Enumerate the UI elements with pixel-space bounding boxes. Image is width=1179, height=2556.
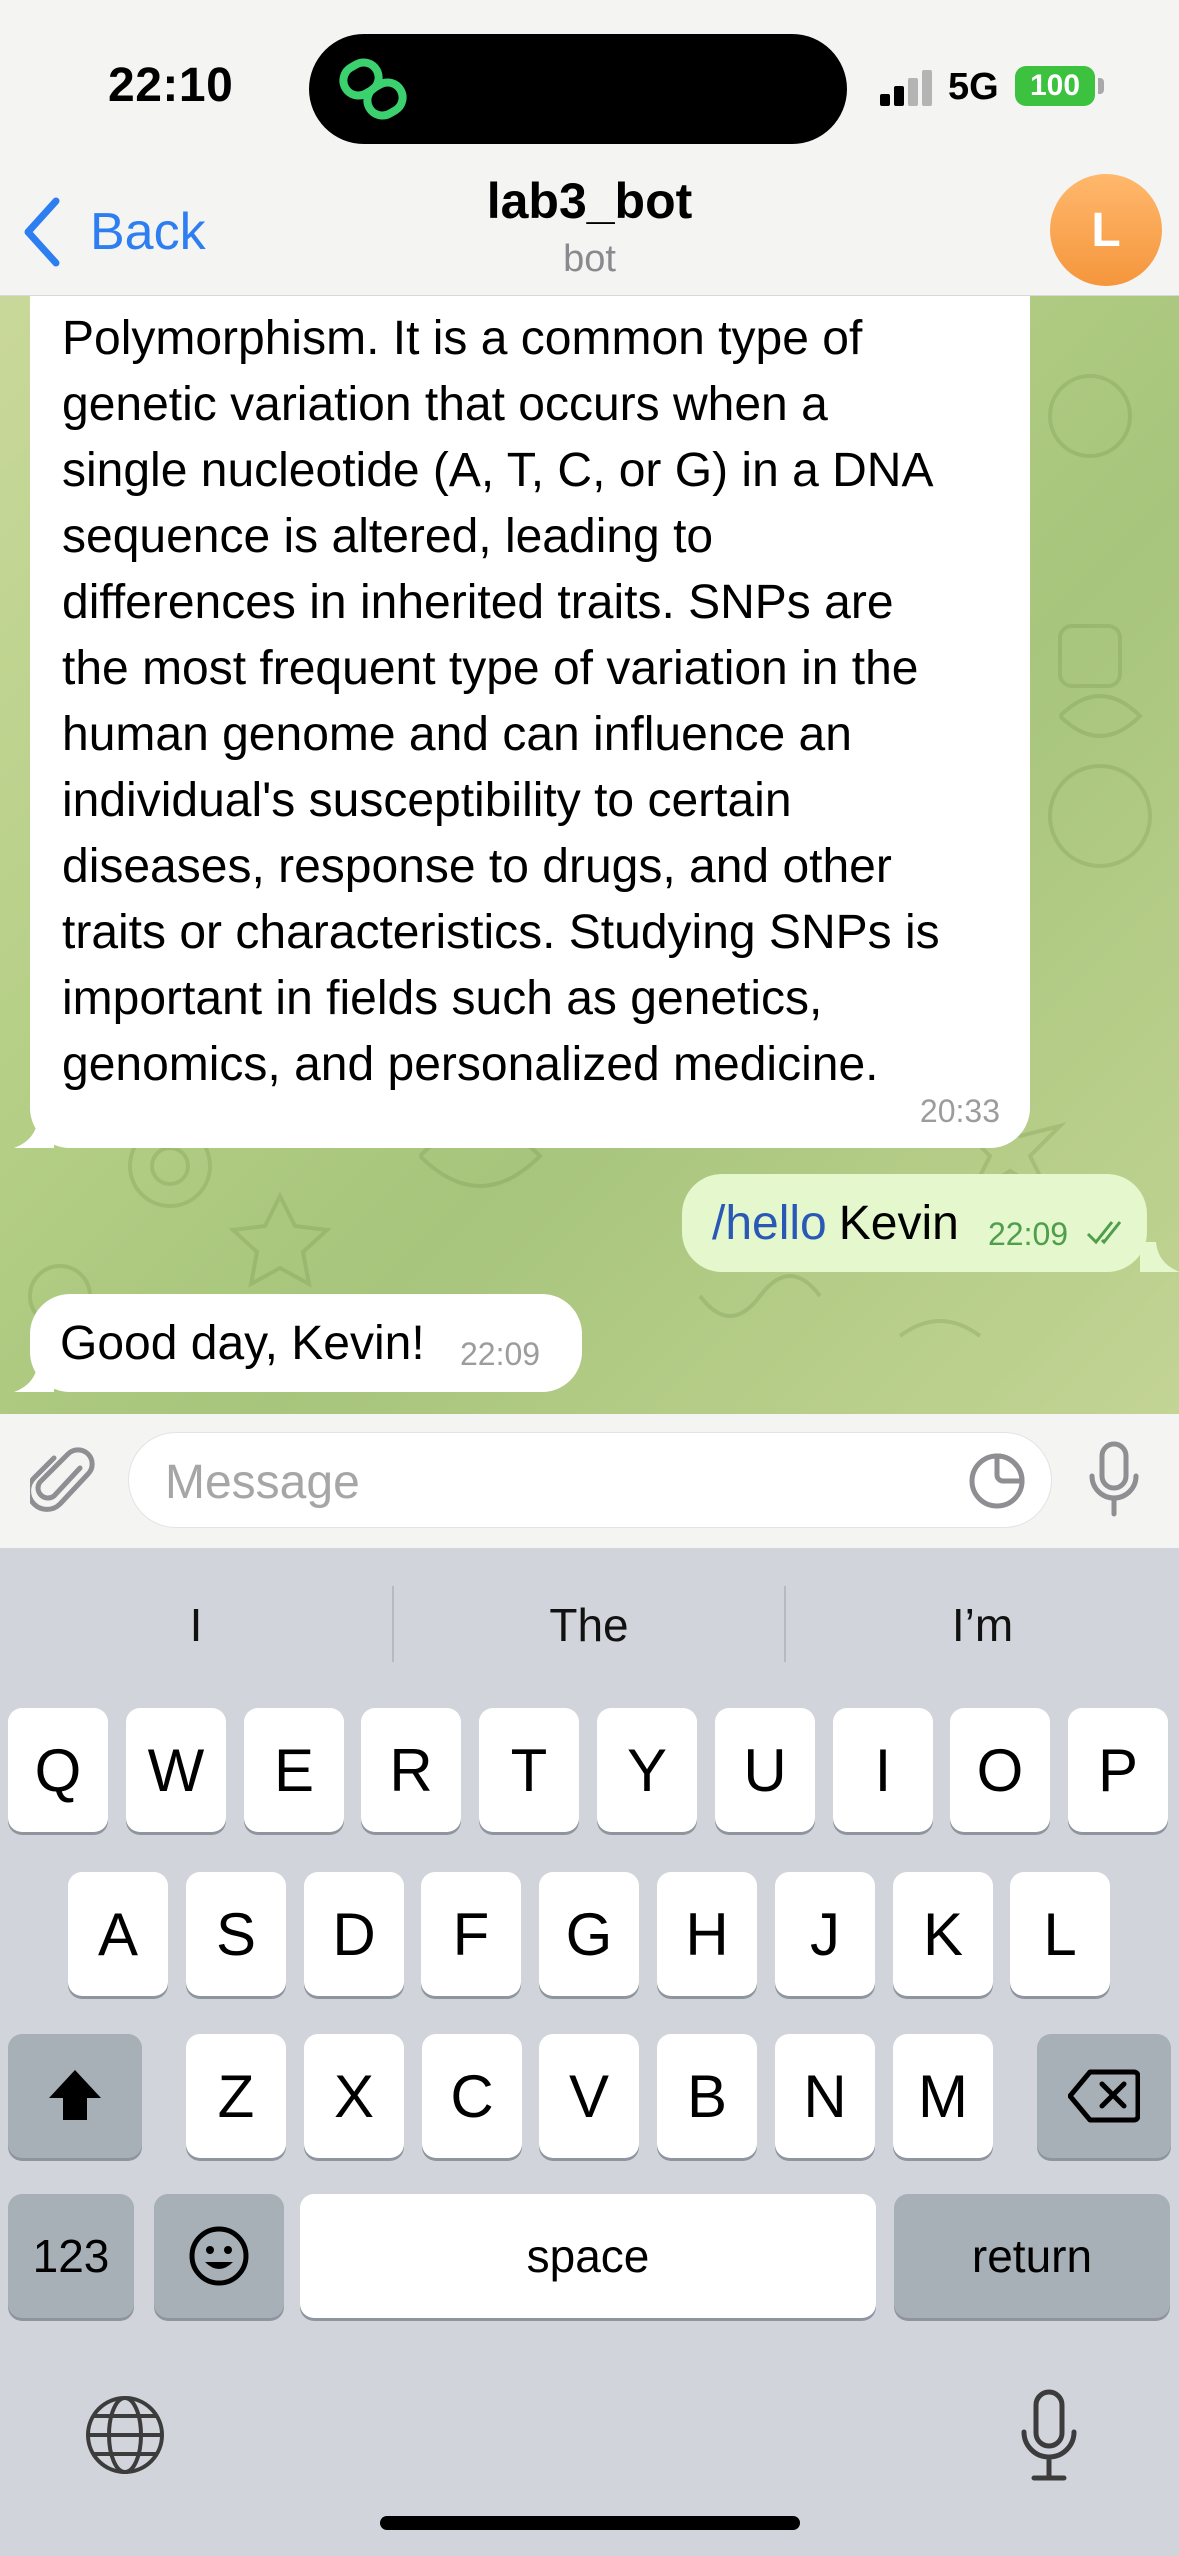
key-z[interactable]: Z [186, 2034, 286, 2158]
return-key[interactable]: return [894, 2194, 1170, 2318]
key-j[interactable]: J [775, 1872, 875, 1996]
emoji-icon [189, 2226, 249, 2286]
bubble-tail [1140, 1242, 1179, 1272]
message-input[interactable]: Message [128, 1432, 1052, 1528]
key-r[interactable]: R [361, 1708, 461, 1832]
composer-bar: Message [0, 1414, 1179, 1548]
key-e[interactable]: E [244, 1708, 344, 1832]
bot-command-link[interactable]: /hello [712, 1196, 827, 1251]
globe-icon[interactable] [84, 2394, 166, 2476]
delete-icon [1068, 2069, 1140, 2123]
key-u[interactable]: U [715, 1708, 815, 1832]
message-time: 22:09 [988, 1216, 1069, 1252]
paperclip-icon[interactable] [30, 1444, 96, 1516]
shift-key[interactable] [8, 2034, 142, 2158]
dynamic-island [309, 34, 847, 144]
key-m[interactable]: M [893, 2034, 993, 2158]
key-i[interactable]: I [833, 1708, 933, 1832]
space-key[interactable]: space [300, 2194, 876, 2318]
home-indicator [380, 2516, 800, 2530]
message-incoming-short[interactable]: Good day, Kevin! 22:09 [30, 1294, 582, 1392]
message-text: Kevin [838, 1196, 959, 1250]
key-s[interactable]: S [186, 1872, 286, 1996]
numbers-key[interactable]: 123 [8, 2194, 134, 2318]
key-l[interactable]: L [1010, 1872, 1110, 1996]
key-y[interactable]: Y [597, 1708, 697, 1832]
keyboard: I The I’m QWERTYUIOPASDFGHJKLZXCVBNM 123… [0, 1548, 1179, 2556]
dictation-mic-icon[interactable] [1016, 2388, 1082, 2484]
chat-area[interactable]: Polymorphism. It is a common type of gen… [0, 296, 1179, 1414]
key-h[interactable]: H [657, 1872, 757, 1996]
message-outgoing[interactable]: /hello Kevin 22:09 [682, 1174, 1147, 1272]
key-b[interactable]: B [657, 2034, 757, 2158]
key-v[interactable]: V [539, 2034, 639, 2158]
message-incoming-long[interactable]: Polymorphism. It is a common type of gen… [30, 296, 1030, 1148]
shift-icon [49, 2070, 101, 2120]
battery-tip [1098, 78, 1104, 94]
link-activity-icon [339, 58, 407, 120]
sticker-icon[interactable] [967, 1451, 1027, 1511]
chat-subtitle: bot [563, 238, 616, 280]
key-g[interactable]: G [539, 1872, 639, 1996]
key-x[interactable]: X [304, 2034, 404, 2158]
read-checkmarks-icon [1086, 1221, 1122, 1245]
chat-title[interactable]: lab3_bot [0, 172, 1179, 230]
key-o[interactable]: O [950, 1708, 1050, 1832]
key-p[interactable]: P [1068, 1708, 1168, 1832]
key-a[interactable]: A [68, 1872, 168, 1996]
key-q[interactable]: Q [8, 1708, 108, 1832]
key-k[interactable]: K [893, 1872, 993, 1996]
suggestion-2[interactable]: The [394, 1548, 784, 1702]
bubble-tail [14, 1362, 54, 1392]
key-n[interactable]: N [775, 2034, 875, 2158]
message-time: 20:33 [919, 1093, 1000, 1129]
key-c[interactable]: C [422, 2034, 522, 2158]
key-t[interactable]: T [479, 1708, 579, 1832]
message-text: Polymorphism. It is a common type of gen… [62, 312, 940, 1091]
suggestion-3[interactable]: I’m [786, 1548, 1179, 1702]
network-type: 5G [948, 66, 999, 108]
top-bar: 22:10 5G 100 Back lab3_bot bot L [0, 0, 1179, 296]
cellular-signal-icon [880, 70, 936, 106]
status-time: 22:10 [108, 59, 234, 112]
message-time: 22:09 [460, 1336, 541, 1372]
battery-icon: 100 [1015, 66, 1095, 106]
key-d[interactable]: D [304, 1872, 404, 1996]
delete-key[interactable] [1037, 2034, 1171, 2158]
key-w[interactable]: W [126, 1708, 226, 1832]
message-placeholder: Message [165, 1456, 360, 1509]
bubble-tail [14, 1118, 54, 1148]
key-f[interactable]: F [421, 1872, 521, 1996]
emoji-key[interactable] [154, 2194, 284, 2318]
microphone-icon[interactable] [1084, 1440, 1144, 1520]
avatar[interactable]: L [1050, 174, 1162, 286]
message-text: Good day, Kevin! [60, 1316, 425, 1370]
suggestion-1[interactable]: I [0, 1548, 392, 1702]
